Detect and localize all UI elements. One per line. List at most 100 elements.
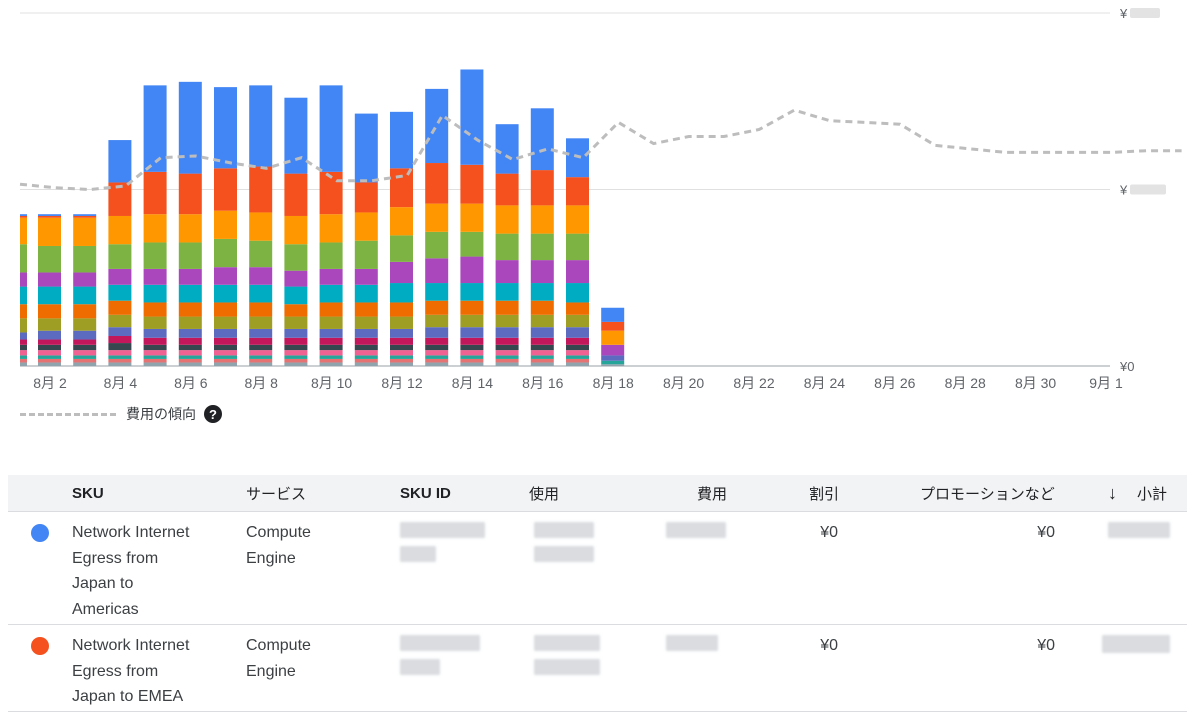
bar-segment: [460, 355, 484, 359]
bar-segment: [495, 173, 519, 206]
bar-segment: [530, 170, 554, 206]
bar-segment: [38, 215, 61, 218]
bar-segment: [214, 355, 237, 359]
bar-segment: [73, 350, 97, 356]
bar-segment: [460, 337, 484, 345]
bar-segment: [566, 337, 589, 345]
usage-redacted: [534, 635, 600, 675]
bar-segment: [601, 307, 625, 322]
y-tick-redacted: [1130, 8, 1160, 18]
bar-segment: [390, 235, 413, 262]
service-name: Compute Engine: [246, 633, 311, 684]
bar-segment: [178, 362, 202, 366]
bar-segment: [390, 302, 413, 317]
discount-value: ¥0: [820, 637, 838, 654]
bar-segment: [178, 316, 202, 329]
bar-segment: [178, 358, 202, 363]
bar-segment: [249, 337, 273, 345]
bar-segment: [178, 242, 202, 269]
bar-segment: [354, 337, 378, 345]
bar-segment: [20, 318, 27, 333]
bar-segment: [143, 328, 167, 338]
bar-segment: [38, 318, 61, 331]
bar-segment: [143, 85, 167, 172]
bar-segment: [530, 355, 554, 359]
service-name-line: Engine: [246, 549, 296, 567]
bar-segment: [425, 300, 449, 315]
help-circle-icon[interactable]: ?: [204, 405, 222, 423]
bar-segment: [319, 358, 343, 363]
x-tick-label: 9月 1: [1089, 375, 1123, 391]
bar-segment: [530, 337, 554, 345]
header-discount[interactable]: 割引: [809, 483, 839, 504]
header-sku[interactable]: SKU: [72, 485, 104, 502]
bar-segment: [178, 328, 202, 338]
series-color-dot: [31, 637, 49, 655]
y-tick-redacted: [1130, 184, 1166, 195]
header-subtotal[interactable]: 小計: [1137, 483, 1167, 504]
bar-segment: [354, 316, 378, 329]
header-service[interactable]: サービス: [246, 483, 306, 504]
bar-segment: [390, 261, 413, 284]
bar-segment: [214, 267, 237, 285]
bar-segment: [143, 344, 167, 351]
header-usage[interactable]: 使用: [529, 483, 559, 504]
bar-segment: [20, 332, 27, 340]
bar-segment: [530, 350, 554, 356]
bar-segment: [425, 344, 449, 351]
bar-segment: [460, 350, 484, 356]
bar-segment: [319, 337, 343, 345]
bar-segment: [425, 258, 449, 284]
bar-segment: [354, 113, 378, 183]
bar-segment: [460, 231, 484, 257]
bar-segment: [143, 358, 167, 363]
bar-segment: [214, 316, 237, 329]
bar-segment: [249, 358, 273, 363]
bar-segment: [284, 244, 308, 271]
bar-segment: [354, 302, 378, 317]
bar-segment: [460, 203, 484, 232]
header-sku-id[interactable]: SKU ID: [400, 485, 451, 502]
bar-segment: [108, 140, 132, 183]
bar-segment: [495, 124, 519, 174]
bar-segment: [495, 337, 519, 345]
bar-segment: [495, 314, 519, 328]
bar-segment: [73, 344, 97, 351]
bar-segment: [73, 362, 97, 366]
bar-segment: [73, 318, 97, 331]
bar-segment: [354, 212, 378, 241]
bar-segment: [38, 286, 61, 305]
sku-name: Network Internet Egress from Japan to Am…: [72, 520, 189, 622]
table-row[interactable]: Network Internet Egress from Japan to EM…: [8, 625, 1187, 712]
service-name-line: Compute: [246, 524, 311, 541]
table-row[interactable]: Network Internet Egress from Japan to Am…: [8, 512, 1187, 625]
bar-segment: [20, 215, 27, 218]
y-tick-label: ¥0: [1119, 359, 1134, 374]
bar-segment: [495, 327, 519, 338]
bar-segment: [20, 344, 27, 351]
bar-segment: [143, 355, 167, 359]
bar-segment: [390, 362, 413, 366]
x-tick-label: 8月 6: [174, 375, 208, 391]
bar-segment: [530, 358, 554, 363]
bar-segment: [20, 272, 27, 287]
bar-segment: [319, 284, 343, 303]
sku-name-line: Egress from: [72, 662, 159, 680]
header-cost[interactable]: 費用: [697, 483, 727, 504]
bar-segment: [354, 344, 378, 351]
x-tick-label: 8月 10: [311, 375, 352, 391]
bar-segment: [20, 355, 27, 359]
bar-segment: [214, 302, 237, 317]
bar-segment: [354, 182, 378, 213]
x-tick-label: 8月 24: [804, 375, 845, 391]
header-promotions[interactable]: プロモーションなど: [920, 483, 1055, 504]
bar-segment: [319, 85, 343, 172]
bar-segment: [530, 327, 554, 338]
bar-segment: [319, 302, 343, 317]
bar-segment: [460, 362, 484, 366]
x-tick-label: 8月 26: [874, 375, 915, 391]
bar-segment: [73, 339, 97, 345]
bar-segment: [143, 337, 167, 345]
arrow-down-icon[interactable]: ↓: [1108, 483, 1117, 504]
bar-segment: [73, 358, 97, 363]
